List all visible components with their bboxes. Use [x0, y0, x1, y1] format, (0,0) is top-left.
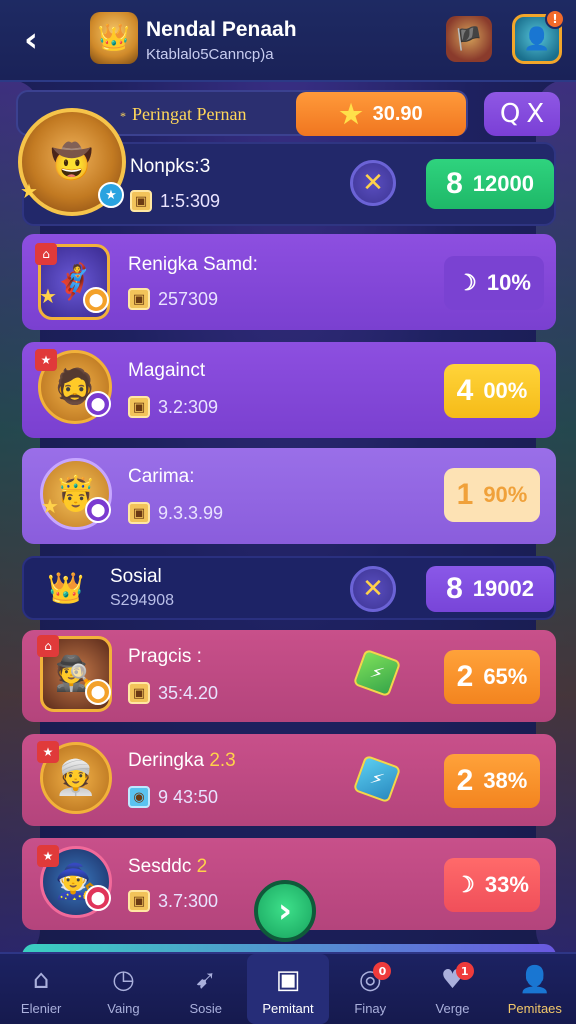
nav-badge: 0 [373, 962, 392, 980]
send-icon: ➹ [194, 964, 217, 995]
battle-button[interactable]: ✕ [350, 566, 396, 612]
flag-icon: ★ [35, 349, 57, 371]
flag-icon: ★ [37, 845, 59, 867]
level-badge: ⬤ [85, 885, 111, 911]
player-stat-pill: 4 00% [444, 364, 540, 418]
social-stat-pill: 8 19002 [426, 566, 554, 612]
flag-icon: ★ [37, 741, 59, 763]
notification-badge: ! [545, 9, 565, 29]
star-icon: ★ [20, 179, 38, 203]
player-avatar: 👳 ★ [37, 741, 112, 814]
flag-icon: ⌂ [35, 243, 57, 265]
close-icon: X [526, 99, 545, 129]
level-badge: ⬤ [85, 497, 111, 523]
header-title: Nendal Penaah [146, 18, 297, 41]
player-stat-pill: 2 65% [444, 650, 540, 704]
player-score: 9 43:50 [158, 786, 219, 807]
player-name: Deringka [128, 750, 205, 771]
player-avatar: 🧔 ★ ⬤ [35, 349, 112, 424]
flag-icon: ⌂ [37, 635, 59, 657]
player-avatar: 🕵 ⌂ ⬤ [37, 635, 112, 712]
player-avatar: 🦸 ⌂ ★ ⬤ [35, 243, 110, 320]
score-pill[interactable]: ★ 30.90 [296, 92, 466, 136]
player-avatar: 🤴 ★ ⬤ [40, 458, 112, 530]
score-value: 30.90 [372, 102, 423, 125]
star-icon: ★ [339, 98, 363, 129]
search-icon: Q [499, 99, 521, 129]
player-score: 257309 [158, 288, 219, 309]
battle-button[interactable]: ✕ [350, 160, 396, 206]
home-icon: ⌂ [32, 964, 50, 995]
player-name: Pragcis : [128, 646, 202, 667]
nav-item-sosie[interactable]: ➹ Sosie [165, 954, 247, 1024]
moon-icon: ☽ [457, 270, 477, 295]
player-name: Renigka Samd: [128, 254, 258, 275]
featured-stat-pill: 8 12000 [426, 159, 554, 209]
player-score: 3.2:309 [158, 396, 219, 417]
player-stat-pill: ☽ 10% [444, 256, 544, 310]
back-button[interactable]: ‹ [14, 20, 48, 60]
pirate-avatar-icon[interactable]: 🏴 [446, 16, 492, 62]
next-button[interactable]: › [254, 880, 316, 942]
user-icon: 👤 [518, 964, 552, 995]
score-icon: ▣ [128, 502, 150, 524]
player-name: Carima: [128, 466, 195, 487]
profile-avatar-button[interactable]: 👤 ! [512, 9, 565, 64]
info-prefix: * [120, 109, 126, 123]
score-icon: ▣ [128, 396, 150, 418]
score-icon: ▣ [128, 682, 150, 704]
featured-player-name: Nonpks:3 [130, 156, 211, 177]
nav-item-finay[interactable]: ◎ Finay 0 [329, 954, 411, 1024]
level-badge: ★ [98, 182, 124, 208]
score-icon: ▣ [128, 890, 150, 912]
nav-item-pemitaes[interactable]: 👤 Pemitaes [494, 954, 576, 1024]
player-score: 9.3.3.99 [158, 502, 224, 523]
player-stat-pill: 1 90% [444, 468, 540, 522]
player-avatar: 🧙 ★ ⬤ [37, 845, 112, 918]
score-icon: ◉ [128, 786, 150, 808]
player-score: 3.7:300 [158, 890, 219, 911]
image-icon: ▣ [275, 964, 301, 995]
level-badge: ⬤ [83, 287, 109, 313]
player-stat-pill: ☽ 33% [444, 858, 540, 912]
score-icon: ▣ [130, 190, 152, 212]
game-logo-avatar: 👑 [90, 12, 138, 64]
player-stat-pill: 2 38% [444, 754, 540, 808]
timer-icon: ◷ [112, 964, 135, 995]
nav-badge: 1 [455, 962, 474, 980]
star-icon: ★ [41, 494, 59, 518]
moon-icon: ☽ [455, 872, 475, 897]
featured-player-score: 1:5:309 [160, 190, 221, 211]
nav-item-verge[interactable]: ♥ Verge 1 [411, 954, 493, 1024]
social-avatar: 👑 [47, 570, 85, 606]
level-badge: ⬤ [85, 679, 111, 705]
info-label: Peringat Pernan [132, 104, 247, 124]
header-subtitle: Ktablalo5Canncp)a [146, 46, 274, 63]
player-score: 35:4.20 [158, 682, 219, 703]
nav-item-vaing[interactable]: ◷ Vaing [82, 954, 164, 1024]
player-name-suffix: 2 [196, 856, 208, 877]
social-title: Sosial [110, 566, 162, 587]
player-name: Sesddc [128, 856, 192, 877]
search-close-button[interactable]: Q X [484, 92, 560, 136]
nav-item-elenier[interactable]: ⌂ Elenier [0, 954, 82, 1024]
social-subtitle: S294908 [110, 592, 175, 609]
level-badge: ⬤ [85, 391, 111, 417]
featured-player-avatar: 🤠 ★ ★ [18, 108, 126, 216]
bottom-navigation: ⌂ Elenier ◷ Vaing ➹ Sosie ▣ Pemitant ◎ F… [0, 952, 576, 1024]
app-header: ‹ 👑 Nendal Penaah Ktablalo5Canncp)a 🏴 👤 … [0, 0, 576, 82]
player-name-suffix: 2.3 [209, 750, 236, 771]
score-icon: ▣ [128, 288, 150, 310]
nav-item-pemitant[interactable]: ▣ Pemitant [246, 954, 330, 1024]
star-icon: ★ [39, 284, 57, 308]
player-name: Magainct [128, 360, 206, 381]
